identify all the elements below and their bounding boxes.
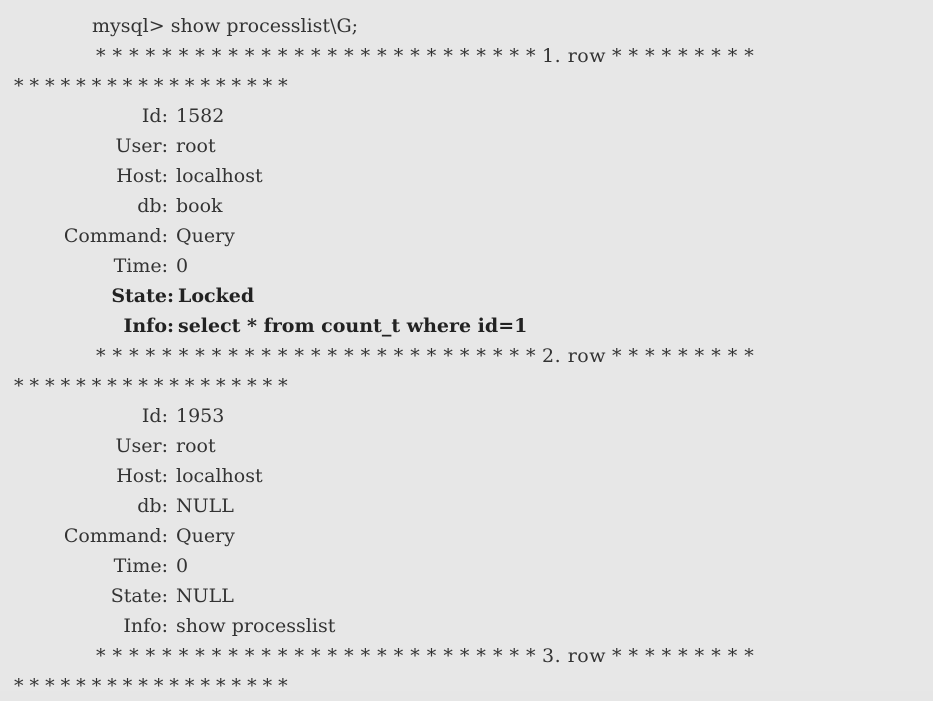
- field-host: Host: localhost: [0, 461, 933, 491]
- row-header: * * * * * * * * * * * * * * * * * * * * …: [0, 641, 933, 671]
- field-name: State:: [110, 585, 168, 607]
- row-separator-stars: * * * * * * * * * * * * * * * * * * * * …: [96, 645, 537, 667]
- field-value: 0: [176, 255, 189, 277]
- row-separator-continuation: * * * * * * * * * * * * * * * * * *: [14, 375, 288, 397]
- field-name: Id:: [141, 105, 168, 127]
- field-value: Query: [176, 225, 235, 247]
- field-name: Command:: [63, 525, 168, 547]
- command-prompt: mysql> show processlist\G;: [92, 15, 359, 37]
- field-host: Host: localhost: [0, 161, 933, 191]
- field-value: show processlist: [176, 615, 336, 637]
- field-name: Info:: [123, 315, 174, 337]
- field-user: User: root: [0, 131, 933, 161]
- field-value: 0: [176, 555, 189, 577]
- field-name: Host:: [116, 165, 168, 187]
- field-info: Info: show processlist: [0, 611, 933, 641]
- row-label: 1. row: [542, 45, 606, 67]
- field-state: State: Locked: [0, 281, 933, 311]
- row-label: 2. row: [542, 345, 606, 367]
- field-value: 1953: [176, 405, 225, 427]
- row-label: 3. row: [542, 645, 606, 667]
- row-separator-stars: * * * * * * * * * * * * * * * * * * * * …: [96, 45, 537, 67]
- field-name: User:: [115, 135, 169, 157]
- field-name: User:: [115, 435, 169, 457]
- row-separator-stars: * * * * * * * * *: [611, 45, 755, 67]
- field-db: db: book: [0, 191, 933, 221]
- field-state: State: NULL: [0, 581, 933, 611]
- field-id: Id: 1953: [0, 401, 933, 431]
- row-separator-continuation: * * * * * * * * * * * * * * * * * *: [14, 75, 288, 97]
- field-command: Command: Query: [0, 221, 933, 251]
- field-value: 1582: [176, 105, 225, 127]
- field-value: localhost: [176, 165, 263, 187]
- terminal-output: mysql> show processlist\G; * * * * * * *…: [0, 0, 933, 697]
- field-value: Locked: [178, 285, 255, 307]
- field-name: Id:: [141, 405, 168, 427]
- field-time: Time: 0: [0, 551, 933, 581]
- field-user: User: root: [0, 431, 933, 461]
- field-name: db:: [137, 495, 168, 517]
- field-value: root: [176, 435, 216, 457]
- field-id: Id: 1582: [0, 101, 933, 131]
- field-time: Time: 0: [0, 251, 933, 281]
- field-value: localhost: [176, 465, 263, 487]
- field-value: NULL: [176, 585, 234, 607]
- field-name: db:: [137, 195, 168, 217]
- field-name: Host:: [116, 465, 168, 487]
- row-header: * * * * * * * * * * * * * * * * * * * * …: [0, 41, 933, 71]
- field-command: Command: Query: [0, 521, 933, 551]
- field-name: Time:: [113, 555, 168, 577]
- field-name: State:: [111, 285, 174, 307]
- row-separator-stars: * * * * * * * * *: [611, 345, 755, 367]
- row-separator-stars: * * * * * * * * * * * * * * * * * * * * …: [96, 345, 537, 367]
- field-value: book: [176, 195, 223, 217]
- field-db: db: NULL: [0, 491, 933, 521]
- field-value: NULL: [176, 495, 234, 517]
- field-name: Time:: [113, 255, 168, 277]
- field-name: Info:: [123, 615, 168, 637]
- field-value: root: [176, 135, 216, 157]
- field-name: Command:: [63, 225, 168, 247]
- field-value: Query: [176, 525, 235, 547]
- field-info: Info: select * from count_t where id=1: [0, 311, 933, 341]
- row-header: * * * * * * * * * * * * * * * * * * * * …: [0, 341, 933, 371]
- field-value: select * from count_t where id=1: [178, 315, 528, 337]
- row-separator-stars: * * * * * * * * *: [611, 645, 755, 667]
- row-separator-continuation: * * * * * * * * * * * * * * * * * *: [14, 675, 288, 697]
